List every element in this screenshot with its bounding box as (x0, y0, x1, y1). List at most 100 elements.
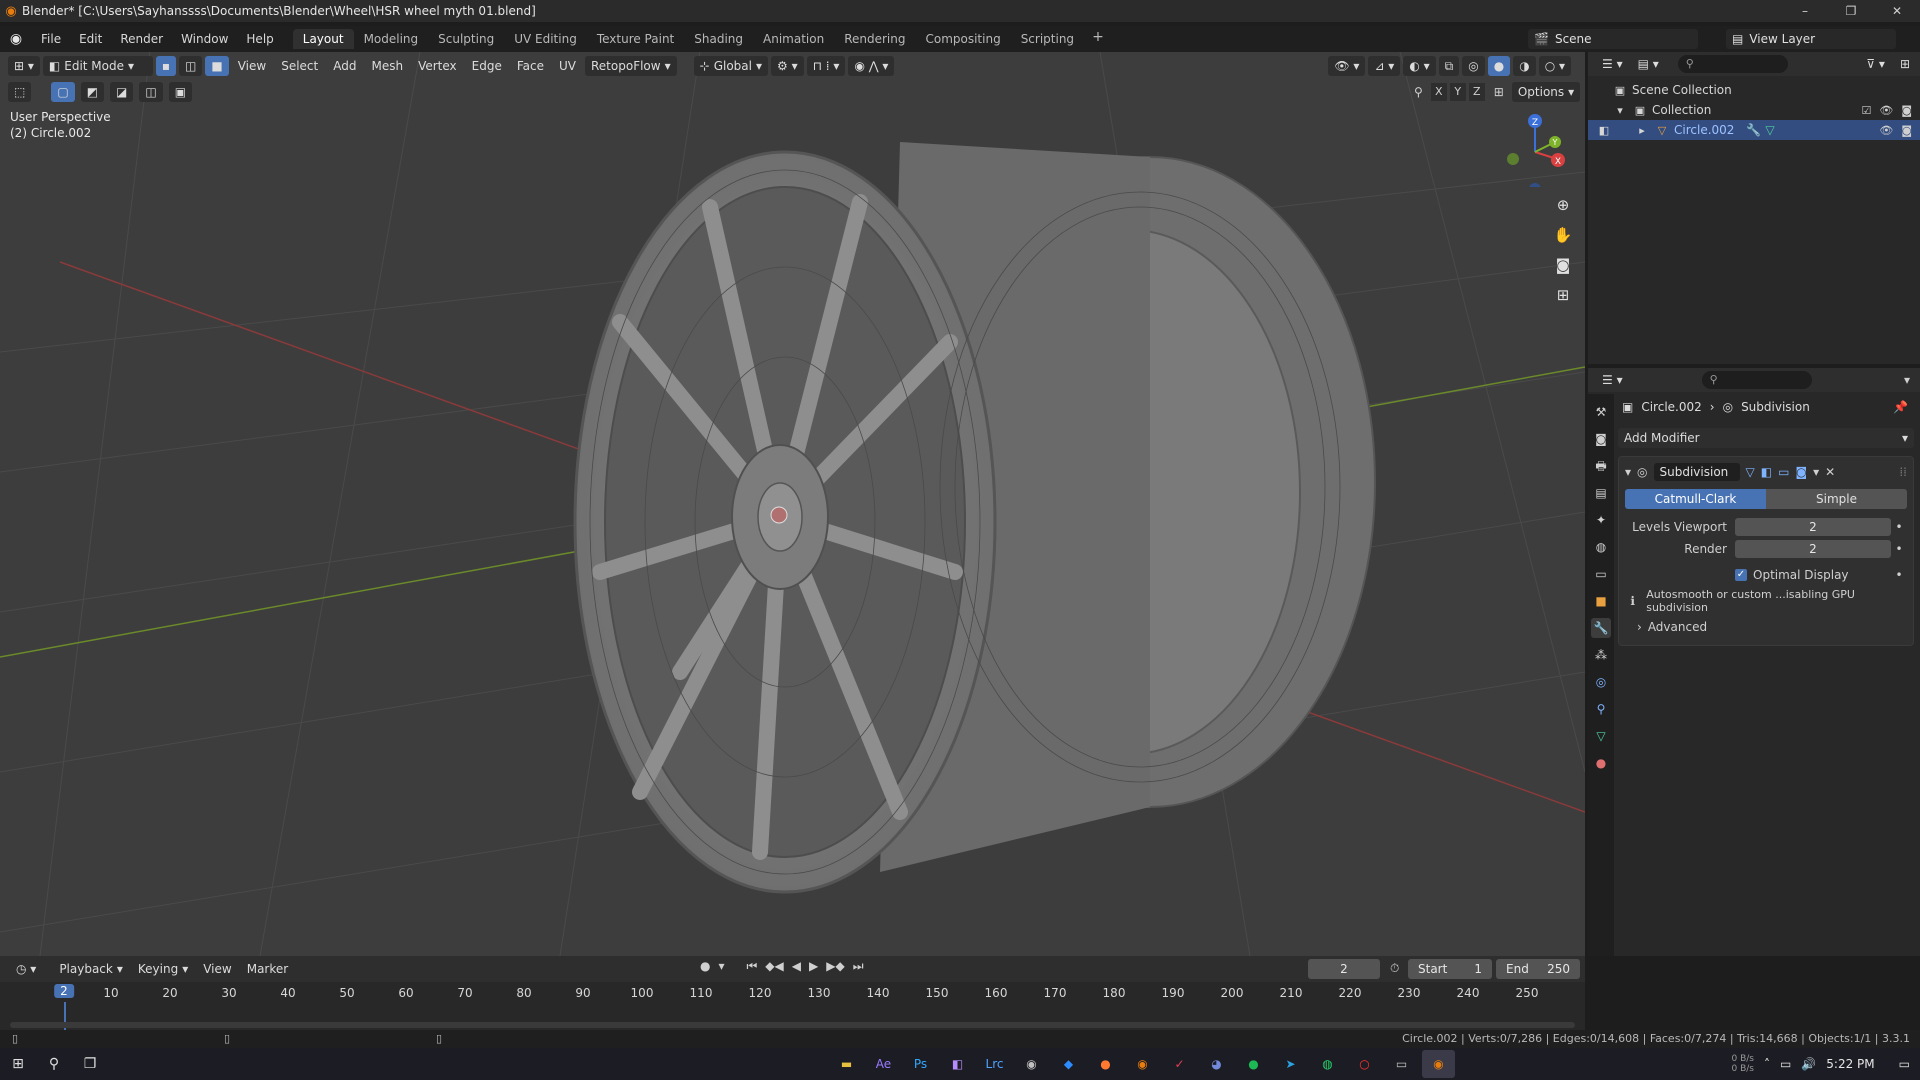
xray-toggle-button[interactable]: ⧉ (1438, 56, 1460, 76)
options-button[interactable]: Options ▾ (1511, 82, 1581, 102)
discord-icon[interactable]: ◕ (1200, 1050, 1233, 1078)
menu-edge[interactable]: Edge (466, 56, 508, 76)
navigation-gizmo[interactable]: Z X Y (1495, 107, 1575, 187)
whatsapp-icon[interactable]: ◍ (1311, 1050, 1344, 1078)
tab-shading[interactable]: Shading (684, 29, 753, 49)
constraints-tab-icon[interactable]: ⚲ (1591, 699, 1611, 719)
end-frame-field[interactable]: End 250 (1496, 959, 1580, 979)
play-reverse-icon[interactable]: ◀ (792, 959, 801, 974)
tab-scripting[interactable]: Scripting (1011, 29, 1084, 49)
physics-tab-icon[interactable]: ◎ (1591, 672, 1611, 692)
viewport-scene[interactable] (0, 52, 1585, 956)
view-layer-selector[interactable]: ▤ View Layer (1726, 29, 1896, 49)
select-intersect-icon[interactable]: ▣ (168, 82, 193, 102)
visibility-button[interactable]: 👁 ▾ (1328, 56, 1366, 76)
chevron-right-icon[interactable]: ▸ (1634, 124, 1650, 137)
menu-face[interactable]: Face (511, 56, 550, 76)
close-icon[interactable]: ✕ (1825, 465, 1835, 479)
premiere-icon[interactable]: ◧ (941, 1050, 974, 1078)
menu-view[interactable]: View (232, 56, 272, 76)
outliner-search-input[interactable]: ⚲ (1677, 55, 1788, 73)
modifier-tab-icon[interactable]: 🔧 (1591, 618, 1611, 638)
tab-rendering[interactable]: Rendering (834, 29, 915, 49)
pin-icon[interactable]: 📌 (1893, 400, 1908, 414)
task-view-icon[interactable]: ❐ (72, 1056, 108, 1072)
properties-search-input[interactable]: ⚲ (1701, 371, 1812, 389)
menu-vertex[interactable]: Vertex (412, 56, 463, 76)
windows-start-icon[interactable]: ⊞ (0, 1056, 36, 1072)
collapse-chevron-icon[interactable]: ▾ (1625, 465, 1631, 479)
vertex-select-button[interactable]: ▪ (155, 56, 177, 76)
spotify-icon[interactable]: ● (1237, 1050, 1270, 1078)
material-shading-button[interactable]: ◑ (1513, 56, 1536, 76)
opera-icon[interactable]: ○ (1348, 1050, 1381, 1078)
mode-selector[interactable]: ◧ Edit Mode ▾ (42, 56, 153, 76)
select-box-tool-icon[interactable]: ⬚ (8, 82, 32, 102)
menu-edit[interactable]: Edit (70, 29, 111, 49)
simple-button[interactable]: Simple (1766, 489, 1907, 509)
camera-icon[interactable]: ◙ (1901, 104, 1912, 117)
scene-tab-icon[interactable]: ✦ (1591, 510, 1611, 530)
select-new-icon[interactable]: ▢ (51, 82, 75, 102)
edit-mode-toggle-icon[interactable]: ◧ (1761, 465, 1772, 479)
chevron-down-icon[interactable]: ▾ (1612, 104, 1628, 117)
tool-tab-icon[interactable]: ⚒ (1591, 402, 1611, 422)
select-extend-icon[interactable]: ◩ (80, 82, 105, 102)
collection-tab-icon[interactable]: ▭ (1591, 564, 1611, 584)
axis-x-button[interactable]: X (1430, 83, 1447, 101)
firefox-icon[interactable]: ● (1089, 1050, 1122, 1078)
lightroom-icon[interactable]: Lrc (978, 1050, 1011, 1078)
photoshop-icon[interactable]: Ps (904, 1050, 937, 1078)
chevron-down-icon[interactable]: ▾ (1904, 373, 1910, 387)
tab-modeling[interactable]: Modeling (354, 29, 429, 49)
select-invert-icon[interactable]: ◫ (139, 82, 163, 102)
optimal-display-checkbox[interactable]: ✓ (1735, 569, 1747, 581)
eye-icon[interactable]: 👁 (1879, 124, 1893, 137)
outliner-scene-collection[interactable]: ▣ Scene Collection (1588, 80, 1920, 100)
solid-shading-button[interactable]: ● (1487, 56, 1511, 76)
menu-window[interactable]: Window (172, 29, 237, 49)
play-icon[interactable]: ▶ (809, 959, 818, 974)
keyframe-dot-icon[interactable]: • (1891, 520, 1907, 534)
menu-render[interactable]: Render (111, 29, 172, 49)
levels-viewport-field[interactable]: 2 (1735, 518, 1891, 536)
retopoflow-menu[interactable]: RetopoFlow ▾ (585, 56, 677, 76)
outliner-collection[interactable]: ▾ ▣ Collection ☑ 👁 ◙ (1588, 100, 1920, 120)
menu-select[interactable]: Select (275, 56, 324, 76)
add-workspace-button[interactable]: + (1084, 29, 1112, 49)
camera-view-icon[interactable]: ◙ (1550, 252, 1576, 278)
menu-add[interactable]: Add (327, 56, 362, 76)
stopwatch-icon[interactable]: ⏱ (1390, 961, 1399, 976)
notification-icon[interactable]: ▭ (1899, 1057, 1910, 1071)
data-tab-icon[interactable]: ▽ (1591, 726, 1611, 746)
topology-mirror-icon[interactable]: ⊞ (1494, 85, 1504, 99)
snipping-tool-icon[interactable]: ▭ (1385, 1050, 1418, 1078)
modifier-name-field[interactable]: Subdivision (1653, 463, 1740, 481)
render-tab-icon[interactable]: ◙ (1591, 429, 1611, 449)
keyframe-dot-icon[interactable]: • (1891, 568, 1907, 582)
select-subtract-icon[interactable]: ◪ (110, 82, 134, 102)
wireframe-shading-button[interactable]: ◎ (1462, 56, 1485, 76)
menu-timeline-view[interactable]: View (197, 959, 237, 979)
optimal-display-row[interactable]: ✓ Optimal Display • (1625, 565, 1907, 585)
pivot-point-button[interactable]: ⚙ ▾ (771, 56, 804, 76)
new-collection-button[interactable]: ⊞ (1893, 54, 1916, 74)
outliner-object-row[interactable]: ◧ ▸ ▽ Circle.002 🔧 ▽ 👁 ◙ (1588, 120, 1920, 140)
volume-icon[interactable]: 🔊 (1801, 1057, 1816, 1071)
menu-marker[interactable]: Marker (241, 959, 294, 979)
after-effects-icon[interactable]: Ae (867, 1050, 900, 1078)
blender-alt-icon[interactable]: ◉ (1126, 1050, 1159, 1078)
chevron-down-icon[interactable]: ▾ (718, 959, 738, 974)
minimize-button[interactable]: – (1782, 0, 1828, 22)
checkbox-icon[interactable]: ☑ (1861, 104, 1871, 117)
edge-select-button[interactable]: ◫ (179, 56, 203, 76)
menu-keying[interactable]: Keying ▾ (132, 959, 194, 979)
timeline-ruler[interactable]: 2 10 20 30 40 50 60 70 80 90 100 110 120… (0, 982, 1585, 1004)
chevron-down-icon[interactable]: ▾ (1813, 465, 1819, 479)
orientation-selector[interactable]: ⊹ Global ▾ (693, 56, 768, 76)
steam-icon[interactable]: ◉ (1015, 1050, 1048, 1078)
gizmo-toggle-button[interactable]: ⊿ ▾ (1368, 56, 1401, 76)
tab-layout[interactable]: Layout (292, 29, 354, 49)
eye-icon[interactable]: 👁 (1879, 104, 1893, 117)
auto-keying-icon[interactable]: ● (700, 959, 710, 974)
